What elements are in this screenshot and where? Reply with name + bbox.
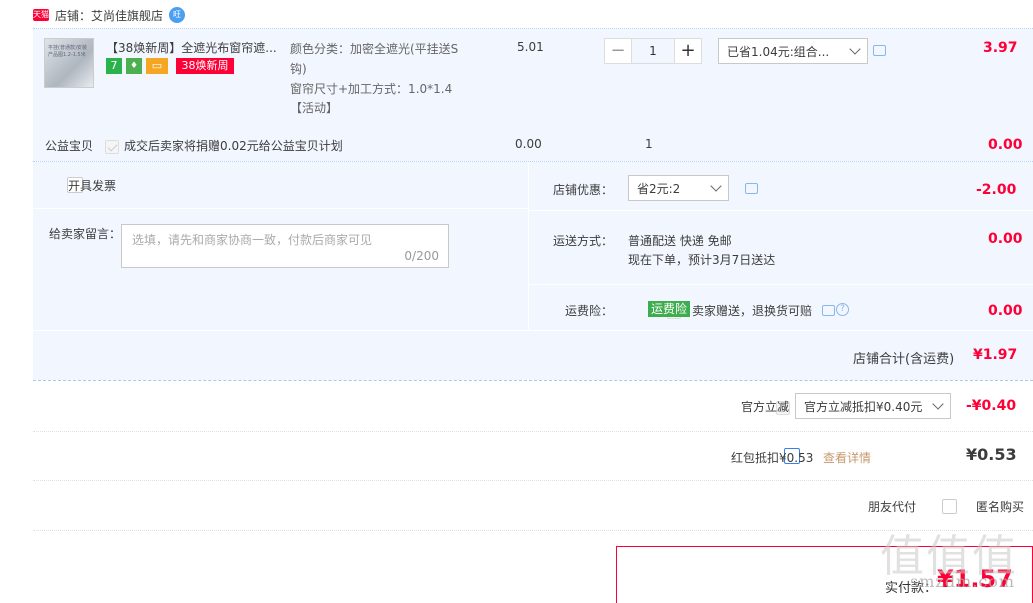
anonymous-label: 匿名购买 bbox=[976, 500, 1025, 514]
shop-discount-label: 店铺优惠： bbox=[553, 183, 614, 197]
friend-pay-label: 朋友代付 bbox=[868, 500, 917, 514]
shipping-method: 普通配送 快递 免邮 bbox=[628, 234, 732, 248]
item-attr-color: 颜色分类：加密全遮光(平挂送S钩) bbox=[290, 42, 459, 76]
shop-name[interactable]: 店铺：艾尚佳旗舰店 bbox=[55, 7, 163, 24]
message-icon[interactable] bbox=[745, 183, 758, 194]
message-counter: 0/200 bbox=[404, 249, 439, 263]
guarantee-icon: ♦ bbox=[126, 58, 142, 74]
decrease-button[interactable]: − bbox=[604, 38, 632, 64]
charity-price: 0.00 bbox=[515, 137, 542, 151]
unit-price: 5.01 bbox=[517, 40, 544, 54]
watermark: 值值值 smzdm.com bbox=[880, 531, 1018, 591]
charity-qty: 1 bbox=[645, 137, 653, 151]
card-icon: ▭ bbox=[146, 58, 168, 74]
promo-38-badge: 38焕新周 bbox=[176, 58, 234, 74]
charity-text: 成交后卖家将捐赠0.02元给公益宝贝计划 bbox=[124, 139, 343, 153]
shipping-eta: 现在下单，预计3月7日送达 bbox=[628, 253, 776, 267]
item-promo-select[interactable]: 已省1.04元:组合... bbox=[718, 38, 868, 64]
message-textarea[interactable]: 选填，请先和商家协商一致，付款后商家可见 0/200 bbox=[121, 224, 449, 268]
seven-day-return-icon: 7 bbox=[106, 58, 122, 74]
shop-total-amount: ¥1.97 bbox=[973, 347, 1018, 363]
message-icon[interactable] bbox=[822, 305, 835, 316]
shop-header: 天猫 店铺：艾尚佳旗舰店 旺 bbox=[33, 4, 186, 26]
divider bbox=[529, 210, 1033, 211]
insurance-label: 运费险： bbox=[565, 304, 614, 318]
message-icon[interactable] bbox=[873, 45, 886, 56]
quantity-stepper: − 1 + bbox=[604, 38, 702, 64]
divider bbox=[33, 208, 528, 209]
shop-total-label: 店铺合计(含运费) bbox=[853, 352, 955, 367]
friend-pay-checkbox[interactable] bbox=[942, 499, 958, 514]
tmall-icon: 天猫 bbox=[33, 9, 49, 21]
shop-discount-select[interactable]: 省2元:2 bbox=[628, 175, 729, 201]
shipping-amount: 0.00 bbox=[988, 231, 1023, 247]
watermark-url: smzdm.com bbox=[910, 572, 1016, 591]
divider bbox=[33, 480, 1033, 481]
charity-checkbox bbox=[105, 140, 119, 154]
insurance-amount: 0.00 bbox=[988, 303, 1023, 319]
invoice-label: 开具发票 bbox=[68, 179, 117, 193]
official-discount-select[interactable]: 官方立减抵扣¥0.40元 bbox=[795, 393, 951, 419]
charity-subtotal: 0.00 bbox=[988, 137, 1023, 153]
chevron-down-icon bbox=[710, 180, 722, 192]
redpacket-amount: ¥0.53 bbox=[966, 445, 1017, 464]
item-activity[interactable]: 【活动】 bbox=[290, 99, 338, 117]
chevron-down-icon bbox=[849, 43, 861, 55]
divider bbox=[529, 284, 1033, 285]
shop-discount-amount: -2.00 bbox=[976, 182, 1017, 198]
redpacket-label: 红包抵扣¥0.53 bbox=[731, 451, 814, 465]
item-thumbnail[interactable]: 平挂(普通款)安装产品图1.2-1.5米 bbox=[44, 38, 94, 88]
increase-button[interactable]: + bbox=[674, 38, 702, 64]
item-subtotal: 3.97 bbox=[983, 40, 1018, 56]
item-badges: 7 ♦ ▭ 38焕新周 bbox=[106, 58, 234, 74]
insurance-tag: 运费险 bbox=[648, 301, 691, 317]
official-discount-label: 官方立减 bbox=[741, 400, 790, 414]
message-label: 给卖家留言： bbox=[49, 227, 122, 241]
charity-label: 公益宝贝 bbox=[45, 139, 94, 153]
official-discount-amount: -¥0.40 bbox=[966, 398, 1017, 414]
divider bbox=[33, 380, 1033, 381]
quantity-input[interactable]: 1 bbox=[632, 38, 674, 64]
item-title[interactable]: 【38焕新周】全遮光布窗帘遮... bbox=[106, 39, 278, 56]
redpacket-details-link[interactable]: 查看详情 bbox=[823, 449, 871, 466]
shipping-label: 运送方式： bbox=[553, 234, 614, 248]
chevron-down-icon bbox=[932, 398, 944, 410]
item-attr-size: 窗帘尺寸+加工方式：1.0*1.4 bbox=[290, 82, 453, 96]
insurance-text: 卖家赠送，退换货可赔 bbox=[692, 304, 813, 318]
wangwang-chat-icon[interactable]: 旺 bbox=[169, 7, 186, 23]
divider bbox=[33, 431, 1033, 432]
help-icon[interactable]: ? bbox=[836, 303, 849, 316]
